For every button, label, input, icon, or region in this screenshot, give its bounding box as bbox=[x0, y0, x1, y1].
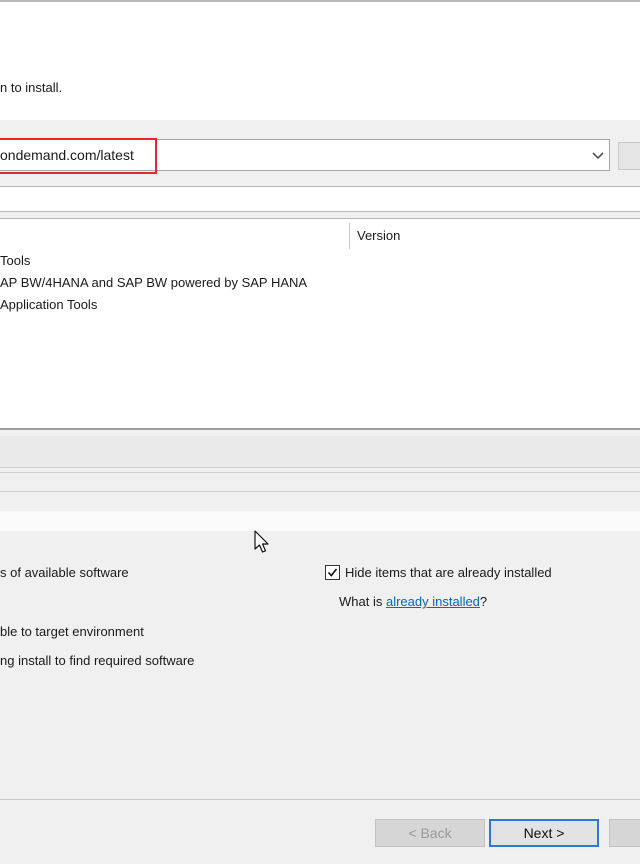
footer-divider bbox=[0, 799, 640, 800]
table-row[interactable]: Application Tools bbox=[0, 297, 97, 312]
url-highlight-box bbox=[0, 138, 157, 174]
what-is-installed-text: What is already installed? bbox=[339, 594, 487, 609]
checkmark-icon bbox=[327, 568, 338, 577]
what-is-suffix: ? bbox=[479, 594, 488, 609]
details-header bbox=[0, 436, 640, 468]
already-installed-link[interactable]: already installed bbox=[386, 594, 480, 609]
column-header-version[interactable]: Version bbox=[357, 228, 400, 243]
divider bbox=[0, 472, 640, 473]
column-separator[interactable] bbox=[349, 223, 350, 249]
hide-installed-label[interactable]: Hide items that are already installed bbox=[345, 565, 552, 580]
finish-button[interactable] bbox=[609, 819, 640, 847]
table-row[interactable]: Tools bbox=[0, 253, 30, 268]
details-strip bbox=[0, 511, 640, 531]
divider bbox=[0, 491, 640, 492]
next-button[interactable]: Next > bbox=[489, 819, 599, 847]
chevron-down-icon[interactable] bbox=[588, 145, 608, 165]
option-contact-sites-label[interactable]: ng install to find required software bbox=[0, 653, 194, 668]
add-site-button[interactable] bbox=[618, 142, 640, 170]
header-description: n to install. bbox=[0, 80, 63, 95]
mouse-cursor-icon bbox=[253, 529, 273, 557]
what-is-prefix: What is bbox=[339, 594, 386, 609]
hide-installed-checkbox[interactable] bbox=[325, 565, 340, 580]
back-button[interactable]: < Back bbox=[375, 819, 485, 847]
option-group-items-label[interactable]: ble to target environment bbox=[0, 624, 144, 639]
table-row[interactable]: AP BW/4HANA and SAP BW powered by SAP HA… bbox=[0, 275, 307, 290]
header-panel bbox=[0, 0, 640, 120]
software-table[interactable] bbox=[0, 218, 640, 430]
filter-input[interactable] bbox=[0, 186, 640, 212]
option-show-latest-label[interactable]: s of available software bbox=[0, 565, 129, 580]
